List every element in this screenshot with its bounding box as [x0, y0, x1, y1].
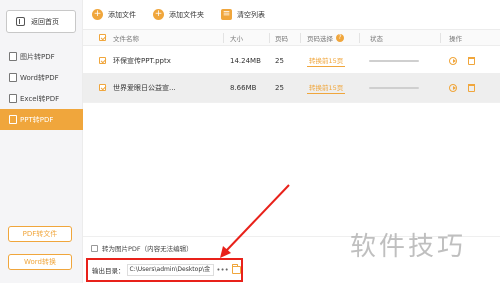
to-image-pdf-option[interactable]: 转为图片PDF（内容无法编辑）	[91, 243, 193, 253]
trash-icon[interactable]	[468, 83, 475, 92]
select-all-checkbox[interactable]	[99, 34, 106, 41]
help-icon[interactable]: ?	[336, 33, 344, 42]
header-divider	[300, 33, 301, 43]
sidebar-nav: 图片转PDF Word转PDF Excel转PDF PPT转PDF	[0, 46, 83, 130]
header-divider	[440, 33, 441, 43]
sidebar-item-label: Excel转PDF	[20, 94, 60, 103]
page-range-select[interactable]: 转换前15页	[307, 81, 346, 94]
plus-icon: +	[92, 9, 103, 20]
table-header: 文件名称 大小 页码 页码选择 ? 状态 操作	[83, 30, 500, 46]
header-page-select-label: 页码选择	[307, 34, 333, 43]
file-name: 世界爱眼日公益宣...	[113, 83, 176, 92]
add-folder-button[interactable]: + 添加文件夹	[153, 6, 204, 24]
page-count: 25	[275, 83, 284, 92]
home-button[interactable]: 返回首页	[6, 10, 76, 33]
row-checkbox[interactable]	[99, 57, 106, 64]
sidebar-item-ppt-to-pdf[interactable]: PPT转PDF	[0, 109, 83, 130]
sidebar-item-excel-to-pdf[interactable]: Excel转PDF	[0, 88, 83, 109]
broom-icon: ≡	[221, 9, 232, 20]
folder-icon[interactable]	[231, 264, 241, 274]
sidebar-item-label: PPT转PDF	[20, 115, 54, 124]
output-label: 输出目录：	[92, 267, 125, 275]
row-checkbox-wrap	[99, 73, 106, 102]
sidebar-item-label: 图片转PDF	[20, 52, 55, 61]
sidebar-item-image-to-pdf[interactable]: 图片转PDF	[0, 46, 83, 67]
output-path-field[interactable]: C:\Users\admin\Desktop\金	[126, 264, 215, 276]
page-count: 25	[275, 56, 284, 65]
pdf-to-file-button[interactable]: PDF转文件	[8, 226, 72, 242]
clear-list-button[interactable]: ≡ 清空列表	[221, 6, 265, 24]
select-all-checkbox-wrap	[99, 30, 106, 45]
table-row[interactable]: 环保宣传PPT.pptx 14.24MB 25 转换前15页	[83, 46, 500, 76]
word-convert-button[interactable]: Word转换	[8, 254, 72, 270]
page-range-wrap: 转换前15页	[307, 73, 346, 102]
progress-bar	[369, 60, 419, 62]
page-range-wrap: 转换前15页	[307, 46, 346, 75]
header-divider	[269, 33, 270, 43]
sidebar-item-word-to-pdf[interactable]: Word转PDF	[0, 67, 83, 88]
file-icon	[9, 73, 17, 82]
to-image-pdf-label: 转为图片PDF（内容无法编辑）	[102, 245, 193, 253]
row-checkbox-wrap	[99, 46, 106, 75]
header-page-select: 页码选择 ?	[307, 30, 344, 45]
file-size: 14.24MB	[230, 56, 261, 65]
plus-icon: +	[153, 9, 164, 20]
row-checkbox[interactable]	[99, 84, 106, 91]
header-status: 状态	[370, 34, 383, 43]
more-options-button[interactable]: •••	[216, 266, 228, 274]
header-name: 文件名称	[113, 34, 139, 43]
header-ops: 操作	[449, 34, 462, 43]
file-icon	[9, 94, 17, 103]
play-icon[interactable]	[449, 56, 457, 65]
home-button-label: 返回首页	[31, 17, 59, 26]
sidebar-item-label: Word转PDF	[20, 73, 59, 82]
output-directory: 输出目录： C:\Users\admin\Desktop\金 •••	[86, 258, 243, 282]
add-file-button[interactable]: + 添加文件	[92, 6, 136, 24]
add-folder-label: 添加文件夹	[169, 10, 204, 19]
header-size: 大小	[230, 34, 243, 43]
file-icon	[9, 52, 17, 61]
file-icon	[9, 115, 17, 124]
trash-icon[interactable]	[468, 56, 475, 65]
toolbar: + 添加文件 + 添加文件夹 ≡ 清空列表	[83, 0, 500, 30]
to-image-pdf-checkbox[interactable]	[91, 244, 98, 252]
start-button-wrap	[449, 73, 457, 102]
header-divider	[223, 33, 224, 43]
start-button-wrap	[449, 46, 457, 75]
sidebar: 返回首页 图片转PDF Word转PDF Excel转PDF PPT转PDF P…	[0, 0, 83, 283]
progress-bar	[369, 87, 419, 89]
file-size: 8.66MB	[230, 83, 257, 92]
file-name: 环保宣传PPT.pptx	[113, 56, 171, 65]
table-row[interactable]: 世界爱眼日公益宣... 8.66MB 25 转换前15页	[83, 73, 500, 103]
page-range-select[interactable]: 转换前15页	[307, 54, 346, 67]
header-divider	[359, 33, 360, 43]
delete-button-wrap	[468, 73, 475, 102]
play-icon[interactable]	[449, 83, 457, 92]
watermark: 软件技巧	[350, 232, 467, 262]
add-file-label: 添加文件	[108, 10, 136, 19]
header-pages: 页码	[275, 34, 288, 43]
clear-list-label: 清空列表	[237, 10, 265, 19]
delete-button-wrap	[468, 46, 475, 75]
home-icon	[16, 17, 25, 26]
